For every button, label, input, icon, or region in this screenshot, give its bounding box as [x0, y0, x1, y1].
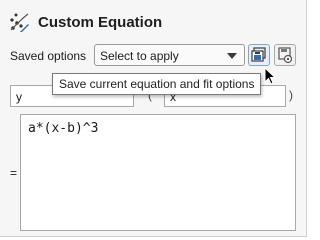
custom-equation-icon — [8, 11, 30, 33]
save-options-button[interactable] — [248, 44, 270, 66]
y-variable-value: y — [16, 90, 22, 104]
equation-input[interactable]: a*(x-b)^3 — [20, 114, 296, 231]
saved-options-row: Saved options Select to apply — [10, 44, 300, 68]
manage-options-button[interactable] — [274, 44, 296, 66]
panel-header: Custom Equation — [8, 10, 162, 34]
tooltip-text: Save current equation and fit options — [59, 77, 255, 91]
equation-text: a*(x-b)^3 — [28, 121, 99, 136]
panel-title: Custom Equation — [38, 13, 163, 31]
saved-options-select-value: Select to apply — [100, 49, 179, 63]
saved-options-select[interactable]: Select to apply — [94, 44, 245, 66]
saved-options-label: Saved options — [10, 49, 87, 63]
mouse-pointer-icon — [264, 66, 278, 87]
chevron-down-icon — [227, 53, 237, 59]
equals-sign: = — [10, 166, 18, 180]
close-paren: ) — [289, 88, 293, 102]
custom-equation-panel: Custom Equation Saved options Select to … — [0, 0, 307, 237]
save-options-tooltip: Save current equation and fit options — [52, 73, 262, 95]
